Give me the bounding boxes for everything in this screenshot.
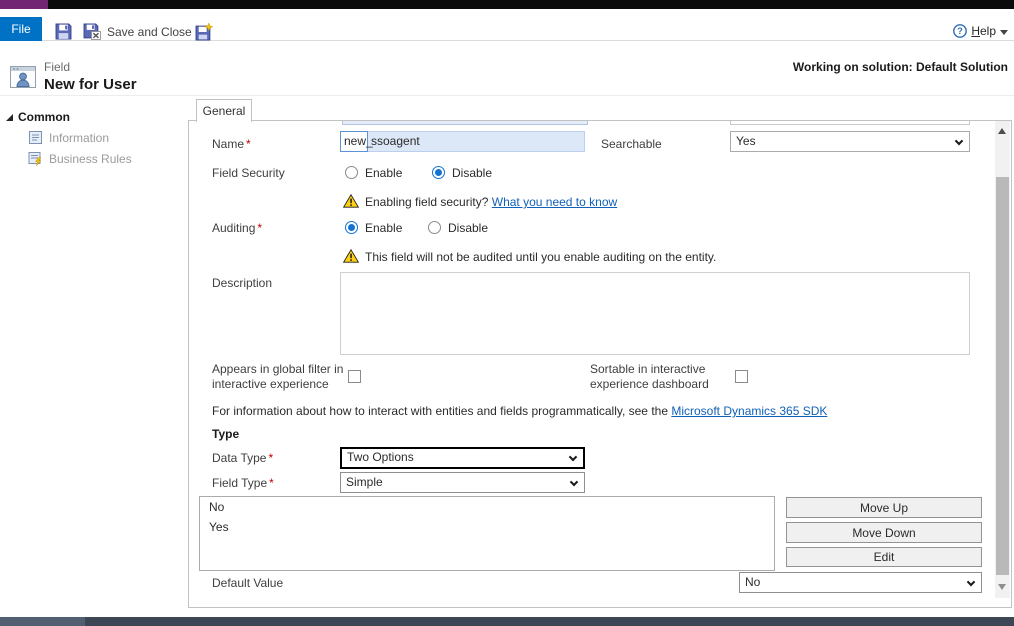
list-item[interactable]: Yes: [200, 517, 774, 537]
sortable-label: Sortable in interactive experience dashb…: [590, 362, 712, 392]
type-section-heading: Type: [212, 427, 239, 441]
save-and-new-button[interactable]: [195, 23, 213, 41]
ribbon-toolbar: Save and Close ? Help: [0, 9, 1014, 41]
searchable-select[interactable]: Yes: [730, 131, 970, 152]
searchable-value: Yes: [736, 134, 756, 148]
save-and-close-label: Save and Close: [107, 25, 192, 39]
field-security-disable-label: Disable: [452, 166, 492, 180]
sidebar-group-label: Common: [18, 110, 70, 124]
working-on-solution-label: Working on solution: Default Solution: [793, 60, 1008, 74]
data-type-label: Data Type*: [212, 451, 273, 465]
status-bar: [0, 617, 1014, 626]
field-security-label: Field Security: [212, 166, 285, 180]
default-value-label: Default Value: [212, 576, 283, 590]
auditing-disable-radio[interactable]: [428, 221, 441, 234]
auditing-disable-label: Disable: [448, 221, 488, 235]
chevron-down-icon: [955, 136, 963, 144]
warning-icon: [343, 249, 359, 263]
partial-input-right[interactable]: [730, 121, 970, 125]
sidebar-group-common[interactable]: Common: [6, 110, 70, 124]
name-label: Name*: [212, 137, 251, 151]
move-up-button[interactable]: Move Up: [786, 497, 982, 518]
auditing-enable-label: Enable: [365, 221, 402, 235]
save-button[interactable]: [55, 23, 72, 40]
sidebar-item-information[interactable]: Information: [28, 130, 109, 145]
searchable-label: Searchable: [601, 137, 662, 151]
field-type-select[interactable]: Simple: [340, 472, 585, 493]
tab-general[interactable]: General: [196, 99, 252, 122]
global-filter-checkbox[interactable]: [348, 370, 361, 383]
help-caret-icon: [1000, 30, 1008, 35]
auditing-label: Auditing*: [212, 221, 262, 235]
chevron-down-icon: [569, 453, 577, 461]
auditing-enable-radio[interactable]: [345, 221, 358, 234]
svg-text:?: ?: [958, 26, 964, 36]
help-menu[interactable]: ? Help: [953, 24, 1008, 38]
file-tab[interactable]: File: [0, 17, 42, 41]
save-icon: [55, 23, 72, 40]
required-asterisk: *: [246, 137, 251, 151]
sdk-note: For information about how to interact wi…: [212, 404, 827, 418]
name-prefix-box[interactable]: new_: [340, 131, 368, 152]
field-security-warning-link[interactable]: What you need to know: [492, 195, 617, 209]
auditing-warning: This field will not be audited until you…: [365, 250, 716, 264]
record-type-label: Field: [44, 60, 70, 74]
options-listbox: No Yes: [199, 496, 775, 571]
browser-top-strip: [0, 0, 1014, 9]
field-security-disable-radio[interactable]: [432, 166, 445, 179]
data-type-select[interactable]: Two Options: [340, 447, 585, 469]
expand-triangle-icon: [6, 114, 13, 121]
chevron-down-icon: [570, 477, 578, 485]
default-value-select[interactable]: No: [739, 572, 982, 593]
default-value: No: [745, 575, 760, 589]
required-asterisk: *: [268, 451, 273, 465]
app-window: Save and Close ? Help File Field New: [0, 0, 1014, 626]
top-strip-accent: [0, 0, 48, 9]
sdk-link[interactable]: Microsoft Dynamics 365 SDK: [671, 404, 827, 418]
help-label: Help: [971, 24, 996, 38]
chevron-down-icon: [967, 577, 975, 585]
information-icon: [28, 130, 43, 145]
vertical-scrollbar[interactable]: [995, 121, 1010, 598]
list-item[interactable]: No: [200, 497, 774, 517]
scrollbar-thumb[interactable]: [996, 177, 1009, 575]
description-input[interactable]: [340, 272, 970, 355]
warning-icon: [343, 194, 359, 208]
page-title: New for User: [44, 76, 137, 93]
move-down-button[interactable]: Move Down: [786, 522, 982, 543]
field-security-enable-label: Enable: [365, 166, 402, 180]
form-panel: Name* new_ ssoagent Searchable Yes Field…: [188, 120, 1012, 608]
field-security-enable-radio[interactable]: [345, 166, 358, 179]
save-and-close-icon: [83, 23, 101, 40]
header-divider: [0, 95, 1014, 96]
help-icon: ?: [953, 24, 967, 38]
sidebar-item-business-rules[interactable]: Business Rules: [28, 151, 132, 166]
scroll-down-icon[interactable]: [998, 584, 1006, 590]
scroll-up-icon[interactable]: [998, 128, 1006, 134]
sidebar-item-label: Information: [49, 131, 109, 145]
field-type-value: Simple: [346, 475, 383, 489]
global-filter-label: Appears in global filter in interactive …: [212, 362, 346, 392]
field-security-warning: Enabling field security? What you need t…: [365, 195, 617, 209]
required-asterisk: *: [269, 476, 274, 490]
sidebar-item-label: Business Rules: [49, 152, 132, 166]
description-label: Description: [212, 276, 272, 290]
name-input[interactable]: ssoagent: [367, 131, 585, 152]
required-asterisk: *: [257, 221, 262, 235]
save-and-close-button[interactable]: Save and Close: [83, 23, 192, 40]
sortable-checkbox[interactable]: [735, 370, 748, 383]
business-rules-icon: [28, 151, 43, 166]
status-bar-segment: [0, 617, 85, 626]
partial-input-left[interactable]: [342, 121, 588, 125]
field-entity-icon: [10, 64, 36, 88]
data-type-value: Two Options: [347, 450, 414, 464]
field-type-label: Field Type*: [212, 476, 274, 490]
save-and-new-icon: [195, 23, 213, 41]
edit-button[interactable]: Edit: [786, 547, 982, 567]
